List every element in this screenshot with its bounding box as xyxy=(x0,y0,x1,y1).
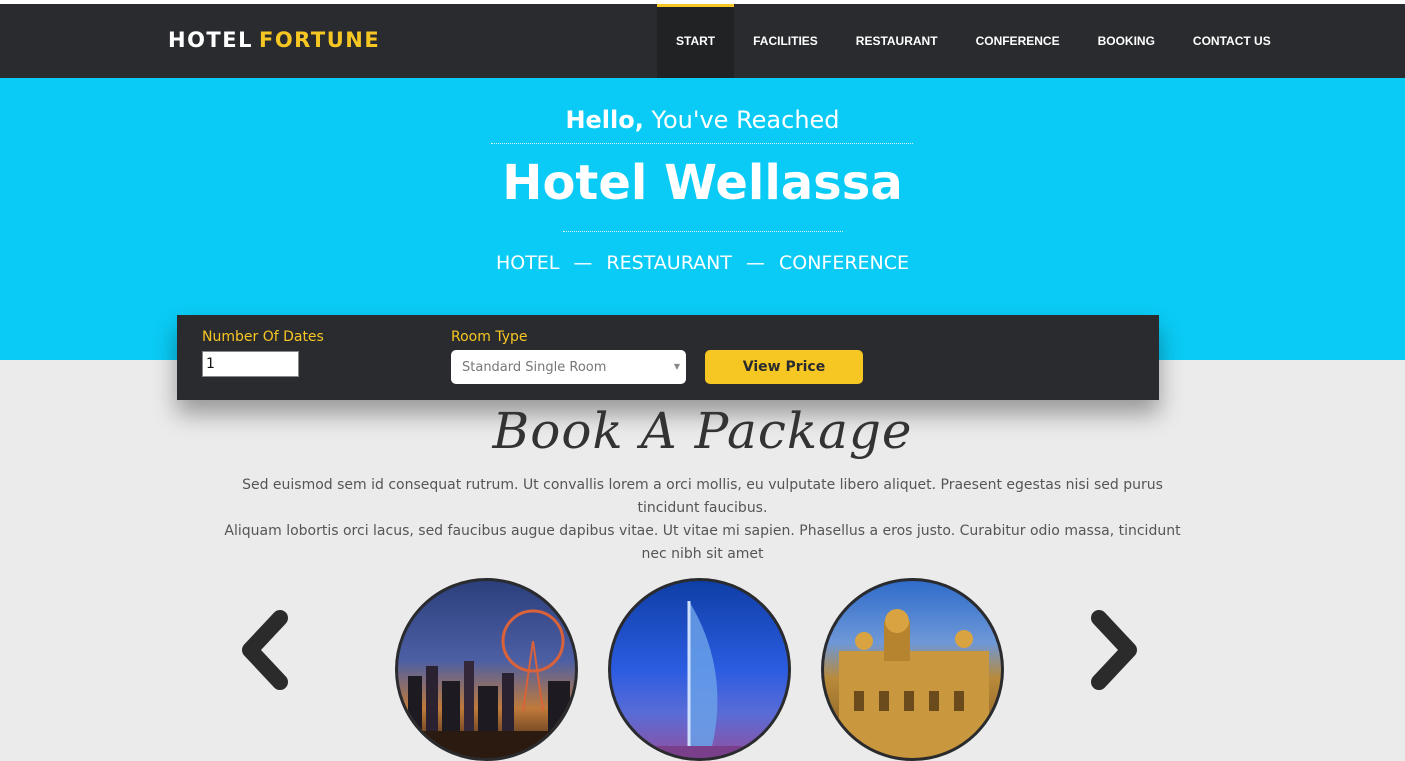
tagline-separator: — xyxy=(745,252,765,274)
package-section-title: Book A Package xyxy=(492,402,913,460)
nav-restaurant[interactable]: RESTAURANT xyxy=(837,4,957,78)
tagline-separator: — xyxy=(573,252,593,274)
main-nav: START FACILITIES RESTAURANT CONFERENCE B… xyxy=(657,4,1290,78)
dropdown-caret-icon: ▼ xyxy=(673,362,680,371)
nav-start[interactable]: START xyxy=(657,4,735,78)
package-image-palace[interactable] xyxy=(821,578,1004,761)
nav-conference[interactable]: CONFERENCE xyxy=(957,4,1079,78)
tagline-hotel: HOTEL xyxy=(495,252,560,274)
hero-greeting: Hello, You've Reached xyxy=(0,106,1405,134)
booking-bar: Number Of Dates Room Type Standard Singl… xyxy=(177,315,1159,400)
nav-contact-us[interactable]: CONTACT US xyxy=(1174,4,1290,78)
nav-facilities[interactable]: FACILITIES xyxy=(734,4,837,78)
dates-input[interactable] xyxy=(202,351,299,377)
navbar: HOTEL FORTUNE START FACILITIES RESTAURANT… xyxy=(0,4,1405,78)
hero-greeting-rest: You've Reached xyxy=(651,106,840,134)
chevron-left-icon[interactable] xyxy=(236,608,296,692)
package-description-line2: Aliquam lobortis orci lacus, sed faucibu… xyxy=(224,523,1181,562)
dates-label: Number Of Dates xyxy=(202,329,324,345)
package-description-line1: Sed euismod sem id consequat rutrum. Ut … xyxy=(242,477,1163,516)
view-price-button[interactable]: View Price xyxy=(705,350,863,384)
room-type-label: Room Type xyxy=(451,329,528,345)
hero-divider-bottom xyxy=(563,231,843,232)
tagline-conference: CONFERENCE xyxy=(778,252,910,274)
hero-taglines: HOTEL — RESTAURANT — CONFERENCE xyxy=(0,252,1405,274)
hero-divider-top xyxy=(491,143,913,144)
room-type-selected: Standard Single Room xyxy=(462,360,607,375)
hero-greeting-bold: Hello, xyxy=(565,106,644,134)
logo-text-hotel: HOTEL xyxy=(168,28,253,52)
package-image-city-skyline[interactable] xyxy=(395,578,578,761)
hero-title: Hotel Wellassa xyxy=(502,155,903,211)
chevron-right-icon[interactable] xyxy=(1083,608,1143,692)
tagline-restaurant: RESTAURANT xyxy=(606,252,732,274)
nav-booking[interactable]: BOOKING xyxy=(1079,4,1174,78)
logo-text-fortune: FORTUNE xyxy=(258,28,381,52)
room-type-select[interactable]: Standard Single Room ▼ xyxy=(451,350,686,384)
package-image-sail-tower[interactable] xyxy=(608,578,791,761)
package-description: Sed euismod sem id consequat rutrum. Ut … xyxy=(220,474,1185,566)
logo[interactable]: HOTEL FORTUNE xyxy=(168,28,380,52)
